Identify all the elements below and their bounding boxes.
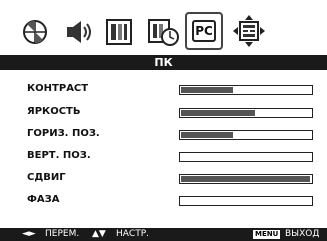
osd-toolbar: PC — [0, 0, 327, 54]
pc-icon[interactable]: PC — [185, 12, 223, 50]
setting-label: ВЕРТ. ПОЗ. — [27, 150, 91, 161]
audio-icon[interactable] — [64, 19, 94, 49]
level-fill — [181, 132, 233, 138]
setting-row-contrast[interactable]: КОНТРАСТ — [8, 81, 321, 99]
key-hint-bar: ◄► ПЕРЕМ. ▲▼ НАСТР. MENU ВЫХОД — [0, 228, 327, 241]
setting-label: ЯРКОСТЬ — [27, 106, 81, 117]
setting-row-brightness[interactable]: ЯРКОСТЬ — [8, 104, 321, 122]
setting-row-shift[interactable]: СДВИГ — [8, 170, 321, 188]
menu-key-icon: MENU — [253, 230, 281, 239]
setting-row-v-position[interactable]: ВЕРТ. ПОЗ. — [8, 148, 321, 166]
level-fill — [181, 87, 233, 93]
move-hint: ПЕРЕМ. — [45, 229, 80, 239]
level-bar[interactable] — [179, 85, 313, 95]
setup-icon[interactable] — [232, 14, 266, 47]
left-right-arrows-icon: ◄► — [22, 229, 36, 239]
setting-row-phase[interactable]: ФАЗА — [8, 192, 321, 210]
exit-hint: ВЫХОД — [285, 229, 320, 239]
menu-title: ПК — [0, 55, 327, 70]
level-bar[interactable] — [179, 130, 313, 140]
pc-icon-label: PC — [192, 20, 216, 42]
level-fill — [181, 110, 255, 116]
setting-label: КОНТРАСТ — [27, 83, 89, 94]
level-fill — [181, 176, 310, 182]
level-bar[interactable] — [179, 152, 313, 162]
setting-label: СДВИГ — [27, 172, 66, 183]
screen-icon[interactable] — [106, 19, 132, 49]
setting-label: ФАЗА — [27, 194, 60, 205]
level-bar[interactable] — [179, 196, 313, 206]
setting-row-h-position[interactable]: ГОРИЗ. ПОЗ. — [8, 126, 321, 144]
up-down-arrows-icon: ▲▼ — [92, 229, 106, 239]
timer-icon[interactable] — [148, 19, 180, 49]
adjust-hint: НАСТР. — [116, 229, 149, 239]
settings-panel: КОНТРАСТ ЯРКОСТЬ ГОРИЗ. ПОЗ. ВЕРТ. ПОЗ. … — [8, 78, 321, 221]
setting-label: ГОРИЗ. ПОЗ. — [27, 128, 100, 139]
level-bar[interactable] — [179, 174, 313, 184]
picture-icon[interactable] — [22, 19, 48, 49]
level-bar[interactable] — [179, 108, 313, 118]
